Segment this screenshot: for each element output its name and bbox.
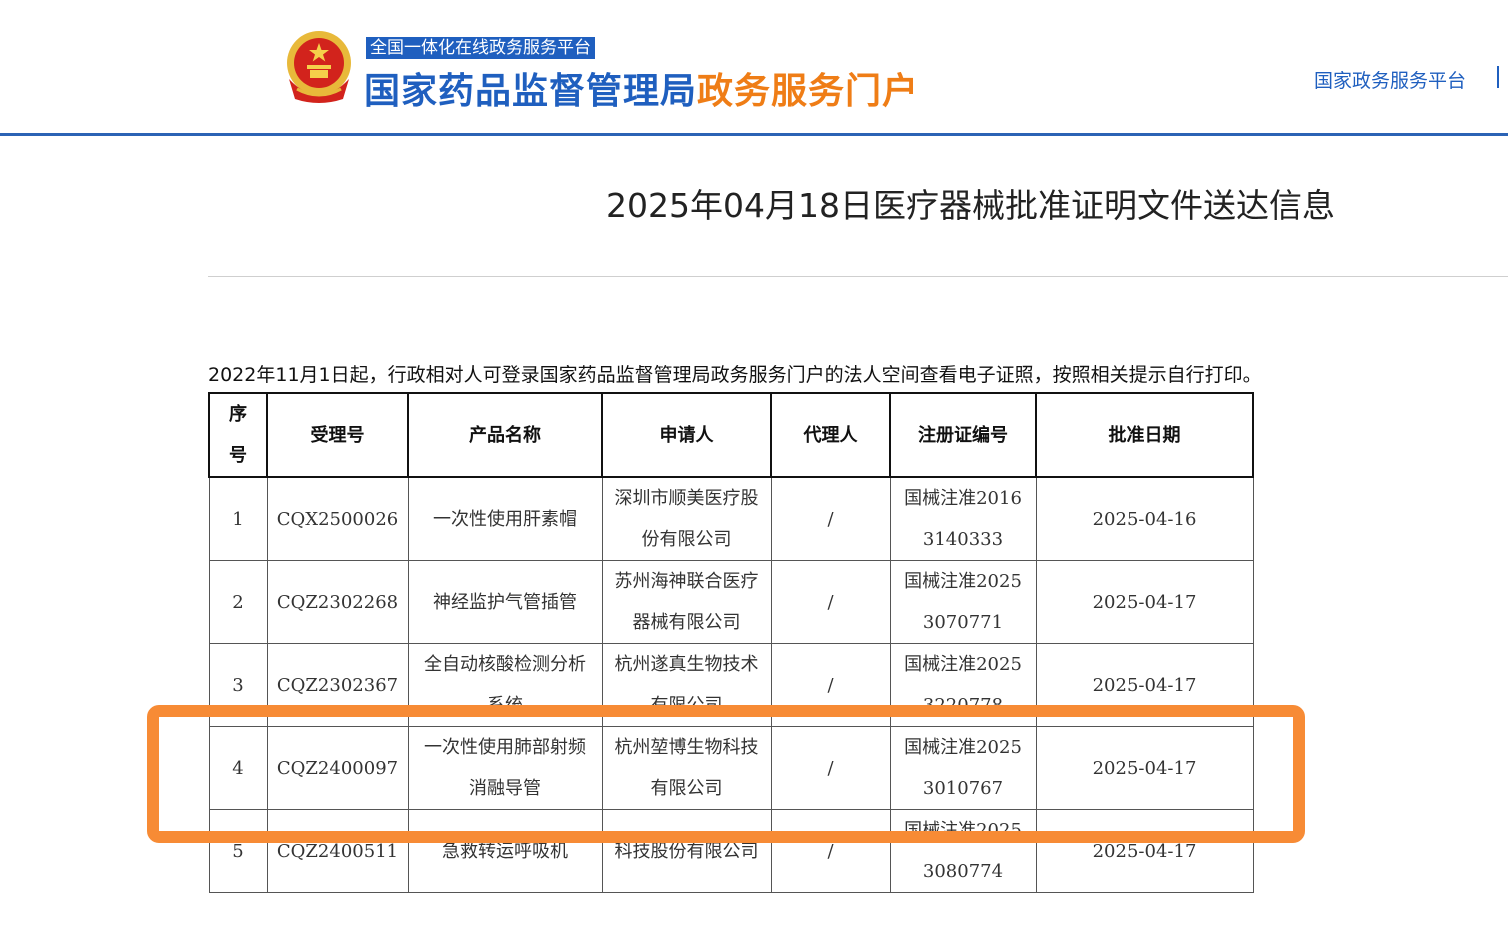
cell-reg-no-text: 国械注准20253220778: [904, 654, 1022, 716]
cell-applicant: 科技股份有限公司: [601, 809, 772, 893]
cell-reg-no-text: 国械注准20253080774: [904, 820, 1022, 882]
cell-product: 一次性使用肝素帽: [407, 476, 603, 561]
cell-product-text: 急救转运呼吸机: [442, 840, 568, 862]
table-row: 4 CQZ2400097 一次性使用肺部射频消融导管 杭州堃博生物科技有限公司 …: [208, 726, 1254, 810]
table-row: 5 CQZ2400511 急救转运呼吸机 科技股份有限公司 / 国械注准2025…: [208, 809, 1254, 893]
cell-applicant-text: 杭州遂真生物技术有限公司: [614, 654, 759, 716]
cell-agent: /: [770, 726, 891, 810]
cell-no: 2: [208, 560, 268, 644]
cell-agent: /: [770, 560, 891, 644]
cell-reg-no: 国械注准20253220778: [889, 643, 1037, 727]
cell-applicant-text: 杭州堃博生物科技有限公司: [614, 737, 759, 799]
site-title-main: 国家药品监督管理局: [364, 71, 698, 112]
cell-product-text: 一次性使用肺部射频消融导管: [424, 737, 586, 799]
site-title[interactable]: 国家药品监督管理局政务服务门户: [364, 62, 919, 114]
cell-no: 4: [208, 726, 268, 810]
site-header: 全国一体化在线政务服务平台 国家药品监督管理局政务服务门户 国家政务服务平台: [0, 0, 1508, 136]
cell-product: 神经监护气管插管: [407, 560, 603, 644]
cell-accept-no: CQX2500026: [266, 476, 409, 561]
cell-reg-no-text: 国械注准20253070771: [904, 571, 1022, 633]
header-applicant: 申请人: [601, 392, 772, 478]
cell-date: 2025-04-17: [1035, 643, 1254, 727]
cell-accept-no: CQZ2400097: [266, 726, 409, 810]
header-agent: 代理人: [770, 392, 891, 478]
title-divider: [208, 276, 1508, 277]
table-header-row: 序号 受理号 产品名称 申请人 代理人 注册证编号 批准日期: [208, 392, 1254, 478]
header-date: 批准日期: [1035, 392, 1254, 478]
cell-product: 全自动核酸检测分析系统: [407, 643, 603, 727]
cell-reg-no-text: 国械注准20163140333: [904, 488, 1022, 550]
national-emblem-icon: [287, 31, 351, 103]
cell-applicant-text: 科技股份有限公司: [614, 840, 759, 862]
cell-accept-no: CQZ2302268: [266, 560, 409, 644]
cell-agent: /: [770, 476, 891, 561]
nav-divider: [1497, 66, 1499, 88]
cell-agent: /: [770, 643, 891, 727]
cell-date: 2025-04-17: [1035, 726, 1254, 810]
header-product: 产品名称: [407, 392, 603, 478]
cell-date: 2025-04-17: [1035, 560, 1254, 644]
platform-tag[interactable]: 全国一体化在线政务服务平台: [366, 37, 595, 59]
table-row: 3 CQZ2302367 全自动核酸检测分析系统 杭州遂真生物技术有限公司 / …: [208, 643, 1254, 727]
cell-reg-no: 国械注准20253080774: [889, 809, 1037, 893]
cell-reg-no: 国械注准20163140333: [889, 476, 1037, 561]
table-row: 2 CQZ2302268 神经监护气管插管 苏州海神联合医疗器械有限公司 / 国…: [208, 560, 1254, 644]
cell-reg-no: 国械注准20253010767: [889, 726, 1037, 810]
cell-reg-no: 国械注准20253070771: [889, 560, 1037, 644]
table-row: 1 CQX2500026 一次性使用肝素帽 深圳市顺美医疗股份有限公司 / 国械…: [208, 476, 1254, 561]
cell-product-text: 神经监护气管插管: [433, 591, 577, 613]
cell-no: 3: [208, 643, 268, 727]
cell-date: 2025-04-16: [1035, 476, 1254, 561]
cell-product-text: 全自动核酸检测分析系统: [424, 654, 586, 716]
cell-applicant: 深圳市顺美医疗股份有限公司: [601, 476, 772, 561]
cell-no: 5: [208, 809, 268, 893]
cell-reg-no-text: 国械注准20253010767: [904, 737, 1022, 799]
cell-applicant-text: 深圳市顺美医疗股份有限公司: [614, 488, 759, 550]
cell-product-text: 一次性使用肝素帽: [433, 508, 577, 530]
cell-agent: /: [770, 809, 891, 893]
cell-applicant: 杭州堃博生物科技有限公司: [601, 726, 772, 810]
cell-product: 一次性使用肺部射频消融导管: [407, 726, 603, 810]
cell-applicant: 苏州海神联合医疗器械有限公司: [601, 560, 772, 644]
cell-accept-no: CQZ2302367: [266, 643, 409, 727]
cell-no: 1: [208, 476, 268, 561]
header-reg-no: 注册证编号: [889, 392, 1037, 478]
header-no: 序号: [208, 392, 268, 478]
cell-accept-no: CQZ2400511: [266, 809, 409, 893]
header-accept-no: 受理号: [266, 392, 409, 478]
approval-table: 序号 受理号 产品名称 申请人 代理人 注册证编号 批准日期 1 CQX2500…: [208, 392, 1254, 893]
notice-text: 2022年11月1日起，行政相对人可登录国家药品监督管理局政务服务门户的法人空间…: [208, 364, 1262, 386]
cell-product: 急救转运呼吸机: [407, 809, 603, 893]
site-title-portal: 政务服务门户: [697, 71, 920, 112]
gov-platform-link[interactable]: 国家政务服务平台: [1314, 66, 1466, 93]
cell-applicant-text: 苏州海神联合医疗器械有限公司: [614, 571, 759, 633]
cell-applicant: 杭州遂真生物技术有限公司: [601, 643, 772, 727]
cell-date: 2025-04-17: [1035, 809, 1254, 893]
page-title: 2025年04月18日医疗器械批准证明文件送达信息: [606, 186, 1335, 225]
